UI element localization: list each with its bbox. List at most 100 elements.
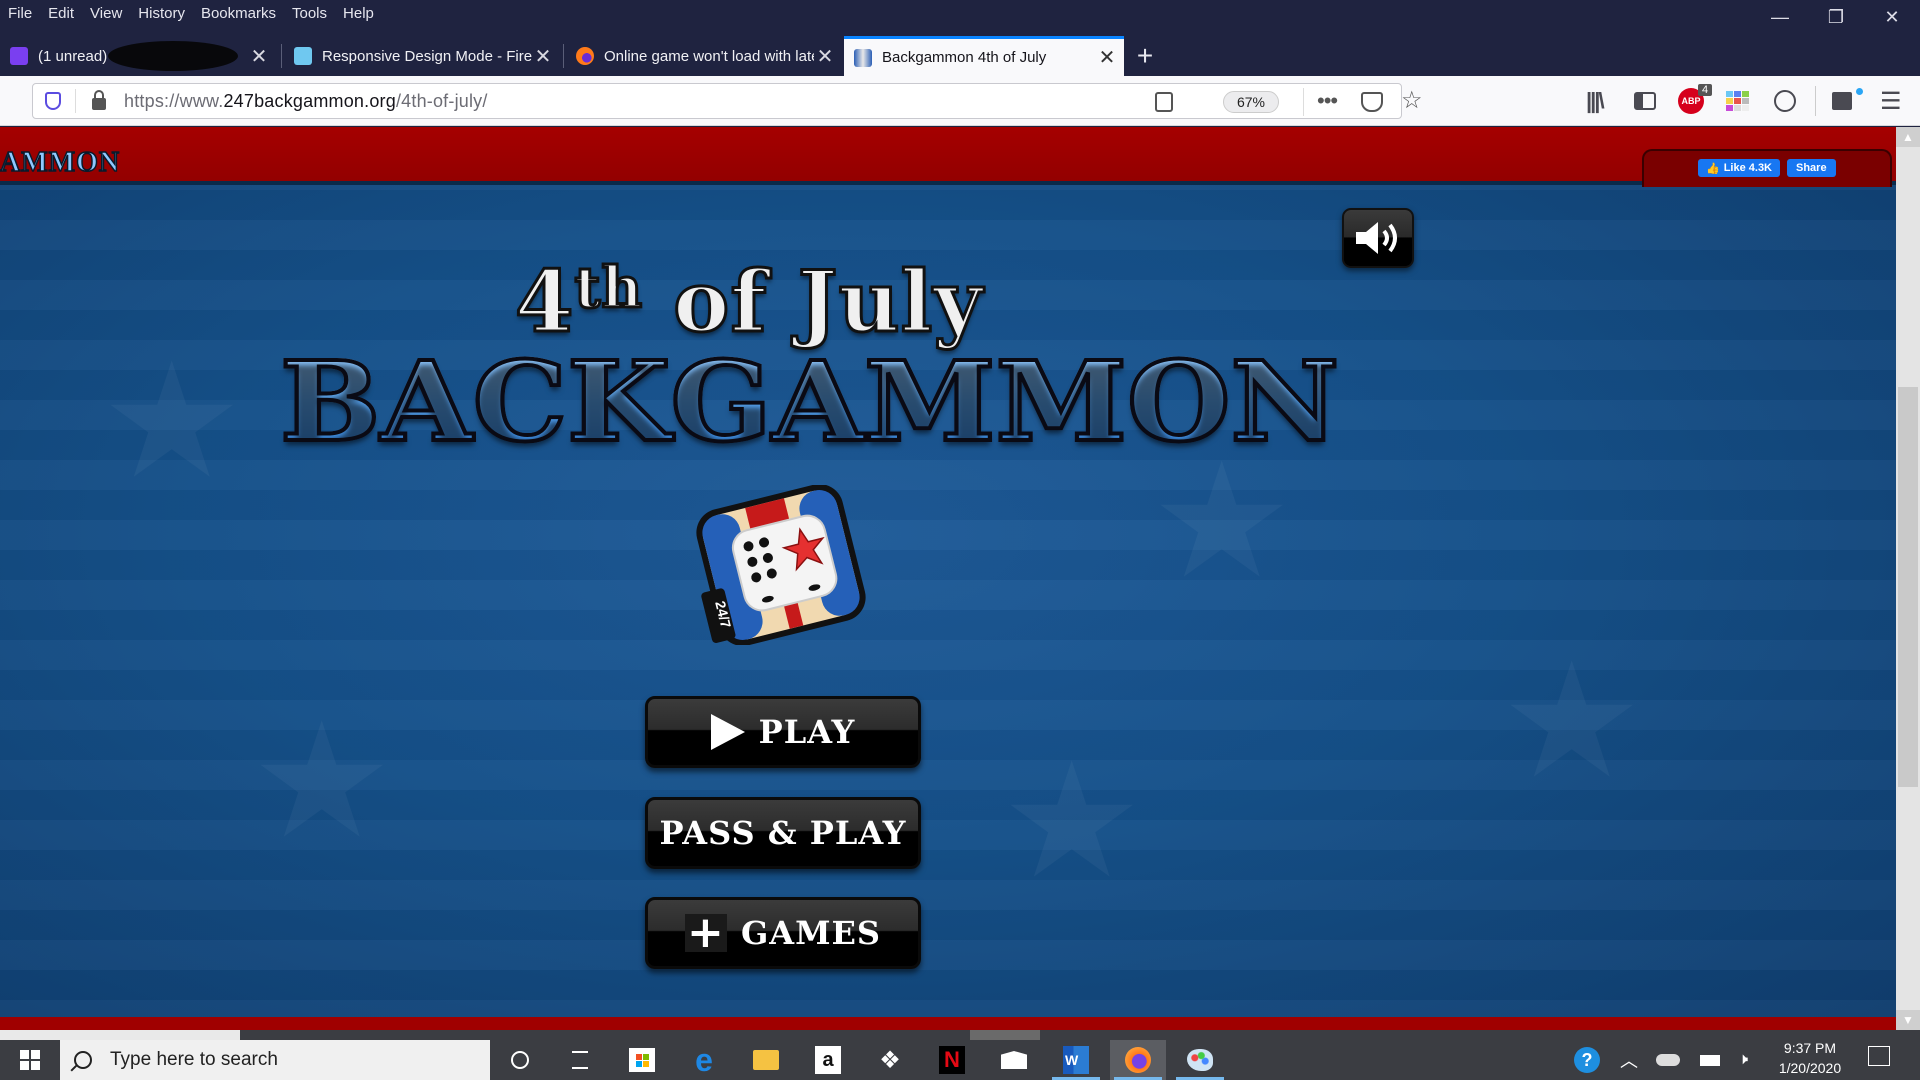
close-tab-icon[interactable]: ✕ [248, 44, 270, 69]
notification-dot [1856, 88, 1863, 95]
more-games-button[interactable]: + GAMES [645, 897, 921, 969]
url-domain: 247backgammon.org [223, 90, 396, 111]
menu-bar: File Edit View History Bookmarks Tools H… [0, 0, 1920, 26]
action-center-icon[interactable] [1868, 1046, 1890, 1066]
show-hidden-icons-chevron-icon[interactable]: ︿ [1620, 1040, 1638, 1080]
background-star: ★ [1500, 627, 1643, 814]
firefox-icon [1125, 1047, 1151, 1073]
pocket-icon[interactable] [1361, 92, 1383, 112]
tracking-protection-shield-icon[interactable] [45, 92, 61, 110]
play-icon [710, 714, 745, 750]
tab-mail[interactable]: (1 unread) ✕ [0, 36, 276, 76]
taskbar-search-input[interactable]: Type here to search [60, 1040, 490, 1080]
close-tab-icon[interactable]: ✕ [1096, 45, 1118, 70]
firefox-icon [576, 47, 594, 65]
reader-view-icon[interactable] [1155, 92, 1173, 112]
taskbar-app-dropbox[interactable]: ❖ [862, 1040, 918, 1080]
search-icon [74, 1051, 92, 1069]
play-button[interactable]: PLAY [645, 696, 921, 768]
new-tab-button[interactable]: + [1130, 36, 1160, 76]
close-tab-icon[interactable]: ✕ [814, 44, 836, 69]
menu-edit[interactable]: Edit [48, 5, 74, 22]
bookmark-star-icon[interactable]: ☆ [1401, 86, 1423, 115]
tab-separator [281, 44, 282, 68]
taskbar-app-firefox[interactable] [1110, 1040, 1166, 1080]
pass-and-play-button[interactable]: PASS & PLAY [645, 797, 921, 869]
sidebar-icon[interactable] [1634, 88, 1656, 114]
taskbar-app-mail[interactable] [986, 1040, 1042, 1080]
play-label: PLAY [758, 713, 856, 751]
scroll-down-arrow-icon[interactable]: ▼ [1896, 1010, 1920, 1030]
help-tray-icon[interactable]: ? [1574, 1040, 1600, 1080]
backgammon-app-icon: 24/7 [696, 485, 866, 645]
folder-icon [753, 1050, 779, 1070]
sound-toggle-button[interactable] [1342, 208, 1414, 268]
account-icon[interactable] [1774, 88, 1796, 114]
hamburger-menu-icon[interactable]: ☰ [1880, 88, 1902, 115]
task-view-button[interactable] [552, 1040, 608, 1080]
facebook-like-button[interactable]: 👍 Like 4.3K [1698, 159, 1781, 177]
volume-icon[interactable]: 🕨 [1738, 1040, 1748, 1080]
clock-time: 9:37 PM [1783, 1040, 1837, 1056]
menu-view[interactable]: View [90, 5, 122, 22]
horizontal-scroll-thumb[interactable] [0, 1030, 240, 1040]
vertical-scrollbar[interactable]: ▲ ▼ [1896, 127, 1920, 1030]
taskbar-app-netflix[interactable]: N [924, 1040, 980, 1080]
lock-icon[interactable] [92, 90, 106, 110]
scroll-thumb[interactable] [1898, 387, 1918, 787]
url-text[interactable]: https://www.247backgammon.org/4th-of-jul… [124, 91, 488, 112]
close-window-button[interactable]: ✕ [1864, 0, 1920, 34]
color-picker-extension-icon[interactable] [1726, 88, 1749, 114]
taskbar-app-paint[interactable] [1172, 1040, 1228, 1080]
mail-envelope-icon [1001, 1051, 1027, 1069]
tab-online-game[interactable]: Online game won't load with latest ✕ [566, 36, 842, 76]
divider [1303, 88, 1304, 116]
tab-responsive-design-mode[interactable]: Responsive Design Mode - Firefox ✕ [284, 36, 560, 76]
close-tab-icon[interactable]: ✕ [532, 44, 554, 69]
title-line-2: BACKGAMMON [278, 335, 1341, 468]
amazon-icon: a [815, 1046, 841, 1074]
restore-button[interactable]: ❐ [1808, 0, 1864, 34]
clock-date: 1/20/2020 [1778, 1060, 1842, 1076]
taskbar-app-store[interactable] [614, 1040, 670, 1080]
backgammon-icon [854, 48, 872, 67]
edge-icon: e [695, 1041, 713, 1078]
onedrive-icon[interactable] [1656, 1040, 1680, 1080]
mail-icon [10, 47, 28, 65]
url-prefix: https://www. [124, 90, 224, 111]
start-button[interactable] [0, 1040, 60, 1080]
cortana-button[interactable] [492, 1040, 548, 1080]
menu-history[interactable]: History [138, 5, 185, 22]
page-actions-icon[interactable]: ••• [1317, 88, 1338, 114]
background-star: ★ [250, 687, 393, 874]
plus-icon: + [684, 911, 727, 955]
whats-new-gift-icon[interactable] [1832, 88, 1852, 114]
menu-help[interactable]: Help [343, 5, 374, 22]
scroll-up-arrow-icon[interactable]: ▲ [1896, 127, 1920, 147]
taskbar-app-word[interactable]: W [1048, 1040, 1104, 1080]
battery-icon[interactable] [1700, 1040, 1720, 1080]
tab-backgammon-4th-of-july[interactable]: Backgammon 4th of July ✕ [844, 36, 1124, 76]
paint-palette-icon [1187, 1049, 1213, 1071]
menu-bookmarks[interactable]: Bookmarks [201, 5, 276, 22]
game-page: ★ ★ ★ ★ ★ AMMON 👍Like 4.3K Share 4th of … [0, 127, 1896, 1030]
taskbar-app-amazon[interactable]: a [800, 1040, 856, 1080]
facebook-share-button[interactable]: Share [1787, 159, 1836, 177]
like-count: Like 4.3K [1723, 162, 1773, 174]
taskbar-app-file-explorer[interactable] [738, 1040, 794, 1080]
url-bar[interactable]: https://www.247backgammon.org/4th-of-jul… [32, 83, 1423, 119]
zoom-level-badge[interactable]: 67% [1223, 91, 1279, 113]
minimize-button[interactable]: — [1752, 0, 1808, 34]
library-icon[interactable]: |||\ [1586, 88, 1605, 114]
divider [1815, 86, 1816, 116]
site-logo[interactable]: AMMON [0, 146, 120, 179]
system-clock[interactable]: 9:37 PM 1/20/2020 [1770, 1038, 1850, 1078]
menu-tools[interactable]: Tools [292, 5, 327, 22]
help-icon: ? [1574, 1047, 1600, 1073]
taskbar-app-edge[interactable]: e [676, 1040, 732, 1080]
redaction-scribble [108, 41, 238, 71]
menu-file[interactable]: File [8, 5, 32, 22]
tab-label: Backgammon 4th of July [882, 49, 1047, 66]
navigation-bar: https://www.247backgammon.org/4th-of-jul… [0, 76, 1920, 126]
tab-label: Online game won't load with latest [604, 47, 814, 65]
